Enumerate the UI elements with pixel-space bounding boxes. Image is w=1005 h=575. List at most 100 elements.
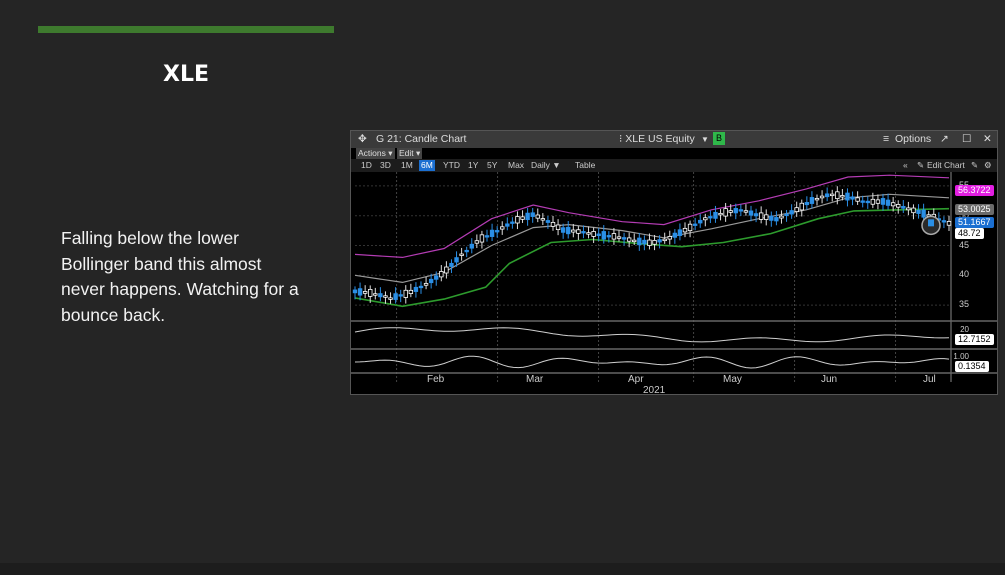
candle-body	[662, 238, 667, 242]
candle-body	[484, 235, 490, 238]
table-button[interactable]: Table	[573, 160, 597, 171]
edit-chart-button[interactable]: Edit Chart	[927, 160, 965, 171]
options-button[interactable]: Options	[895, 133, 931, 145]
candle-body	[398, 294, 403, 297]
candle-body	[596, 233, 601, 237]
annotate-icon[interactable]: ✎	[971, 160, 978, 171]
candle-body	[494, 230, 500, 233]
collapse-icon[interactable]: «	[903, 160, 908, 171]
candle-body	[357, 288, 363, 296]
candle-body	[901, 205, 906, 209]
indicator-tick-label: 1.00	[953, 352, 969, 361]
candle-body	[378, 293, 383, 298]
candle-body	[667, 236, 672, 240]
candle-chart[interactable]	[351, 172, 997, 394]
candle-body	[474, 240, 480, 244]
candle-body	[525, 212, 530, 221]
options-menu-icon[interactable]: ≡	[883, 133, 889, 145]
timeframe-5y[interactable]: 5Y	[485, 160, 499, 171]
candle-body	[505, 223, 510, 227]
candle-body	[890, 202, 896, 207]
settings-gear-icon[interactable]: ⚙	[984, 160, 992, 171]
candle-body	[779, 215, 784, 219]
candle-body	[718, 212, 723, 216]
candle-body	[571, 229, 576, 233]
candle-body	[855, 197, 860, 202]
timeframe-ytd[interactable]: YTD	[441, 160, 462, 171]
maximize-icon[interactable]: ☐	[962, 133, 971, 145]
ticker-dropdown-icon[interactable]: ▼	[701, 135, 709, 144]
candle-body	[860, 200, 865, 203]
candle-body	[723, 208, 728, 217]
candle-body	[774, 217, 779, 222]
x-tick-label: Mar	[526, 374, 544, 385]
candle-body	[434, 275, 439, 280]
y-tick-label: 35	[958, 299, 969, 310]
price-badge: 48.72	[955, 228, 984, 239]
candle-body	[510, 221, 515, 224]
candle-body	[555, 224, 561, 230]
candle-body	[560, 227, 566, 233]
candle-body	[799, 202, 804, 211]
timeframe-1y[interactable]: 1Y	[466, 160, 480, 171]
candle-body	[794, 207, 799, 213]
timeframe-max[interactable]: Max	[506, 160, 526, 171]
candle-body	[814, 198, 820, 201]
candle-body	[652, 240, 657, 245]
moving-average-line	[354, 193, 950, 284]
candle-body	[682, 227, 688, 233]
last-price-candle	[928, 219, 934, 227]
candle-body	[698, 219, 703, 224]
timeframe-3d[interactable]: 3D	[378, 160, 393, 171]
candle-body	[642, 239, 647, 245]
candle-body	[840, 195, 845, 198]
candle-body	[713, 211, 718, 219]
candle-body	[352, 289, 358, 294]
candle-body	[743, 210, 749, 213]
candle-body	[789, 210, 794, 215]
period-dropdown[interactable]: Daily ▼	[529, 160, 563, 171]
x-tick-label: Jul	[923, 374, 936, 385]
edit-menu[interactable]: Edit ▾	[397, 148, 423, 159]
popout-icon[interactable]: ↗	[940, 133, 949, 145]
candle-body	[576, 229, 581, 234]
menu-bar: Actions ▾ Edit ▾	[351, 148, 997, 159]
candle-body	[687, 223, 693, 232]
candle-body	[880, 198, 886, 205]
candle-body	[500, 226, 505, 230]
candle-body	[464, 249, 469, 253]
timeframe-6m[interactable]: 6M	[419, 160, 435, 171]
candle-body	[439, 271, 444, 278]
edit-chart-icon[interactable]: ✎	[917, 160, 924, 171]
actions-menu[interactable]: Actions ▾	[356, 148, 395, 159]
timeframe-1d[interactable]: 1D	[359, 160, 374, 171]
candle-body	[946, 221, 952, 226]
indicator-tick-label: 20	[960, 325, 969, 334]
candle-body	[637, 237, 642, 246]
b-badge[interactable]: B	[713, 132, 726, 145]
candle-body	[850, 196, 855, 200]
move-icon[interactable]: ✥	[358, 133, 367, 145]
candle-body	[373, 293, 378, 296]
candle-body	[875, 199, 881, 204]
ticker-field[interactable]: ⁝ XLE US Equity	[619, 133, 695, 145]
candle-body	[753, 213, 759, 217]
window-titlebar[interactable]: ✥ G 21: Candle Chart ⁝ XLE US Equity ▼ B…	[351, 131, 997, 148]
indicator-value-badge: 12.7152	[955, 334, 994, 345]
bottom-strip	[0, 563, 1005, 575]
candle-body	[921, 209, 926, 218]
close-icon[interactable]: ✕	[983, 133, 992, 145]
candle-body	[708, 216, 713, 219]
candle-body	[540, 218, 546, 221]
y-tick-label: 40	[958, 269, 969, 280]
chart-window[interactable]: ✥ G 21: Candle Chart ⁝ XLE US Equity ▼ B…	[350, 130, 998, 395]
candle-body	[479, 234, 485, 243]
candle-body	[545, 220, 551, 223]
candle-body	[758, 212, 764, 220]
candle-body	[449, 262, 454, 267]
timeframe-1m[interactable]: 1M	[399, 160, 415, 171]
candle-body	[535, 214, 540, 219]
candle-body	[383, 295, 388, 298]
indicator-value-badge: 0.1354	[955, 361, 989, 372]
candle-body	[621, 237, 627, 240]
